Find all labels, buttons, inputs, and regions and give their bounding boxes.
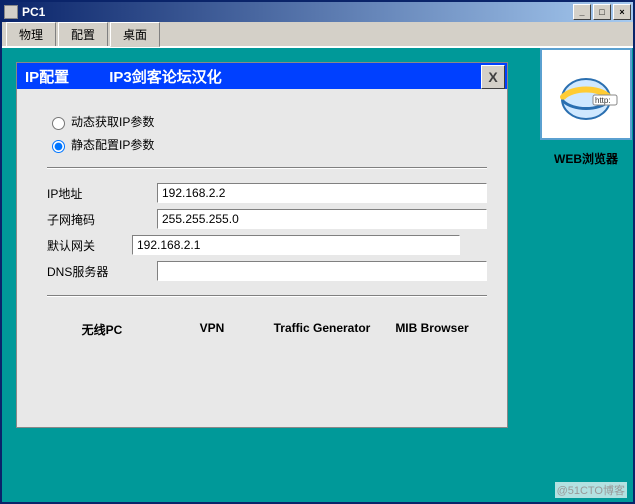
radio-static[interactable]: 静态配置IP参数 [47,136,487,153]
app-mib-browser[interactable]: MIB Browser [377,321,487,338]
row-ip: IP地址 [47,183,487,203]
panel-title-left: IP配置 [25,66,69,87]
titlebar[interactable]: PC1 _ □ × [2,2,633,22]
web-browser-shortcut[interactable]: http: WEB浏览器 [539,48,633,167]
separator-2 [47,295,487,297]
row-gateway: 默认网关 [47,235,487,255]
maximize-button[interactable]: □ [593,4,611,20]
web-browser-label: WEB浏览器 [539,150,633,167]
label-ip: IP地址 [47,185,157,202]
app-vpn[interactable]: VPN [157,321,267,338]
row-mask: 子网掩码 [47,209,487,229]
desktop-area: IP配置 IP3剑客论坛汉化 X 动态获取IP参数 静态配置IP参数 IP地址 [2,48,633,502]
bottom-apps: 无线PC VPN Traffic Generator MIB Browser [47,321,487,338]
radio-dhcp-input[interactable] [52,117,65,130]
app-wireless-pc[interactable]: 无线PC [47,321,157,338]
radio-dhcp[interactable]: 动态获取IP参数 [47,113,487,130]
app-traffic-generator[interactable]: Traffic Generator [267,321,377,338]
label-dns: DNS服务器 [47,263,157,280]
panel-title-right: IP3剑客论坛汉化 [109,66,222,87]
minimize-button[interactable]: _ [573,4,591,20]
radio-dhcp-label: 动态获取IP参数 [71,113,154,130]
app-icon [4,5,18,19]
panel-titlebar[interactable]: IP配置 IP3剑客论坛汉化 [17,63,507,89]
tab-physical[interactable]: 物理 [6,22,56,46]
panel-close-button[interactable]: X [481,65,505,89]
panel-body: 动态获取IP参数 静态配置IP参数 IP地址 子网掩码 默认网关 [17,89,507,348]
tab-bar: 物理 配置 桌面 [2,22,633,47]
radio-static-label: 静态配置IP参数 [71,136,154,153]
web-browser-icon-box: http: [540,48,632,140]
http-badge: http: [595,96,611,105]
row-dns: DNS服务器 [47,261,487,281]
label-mask: 子网掩码 [47,211,157,228]
separator [47,167,487,169]
tab-desktop[interactable]: 桌面 [110,22,160,47]
window-title: PC1 [22,5,45,19]
radio-static-input[interactable] [52,140,65,153]
tab-config[interactable]: 配置 [58,22,108,46]
close-button[interactable]: × [613,4,631,20]
ip-config-panel: IP配置 IP3剑客论坛汉化 X 动态获取IP参数 静态配置IP参数 IP地址 [16,62,508,428]
input-mask[interactable] [157,209,487,229]
input-ip[interactable] [157,183,487,203]
input-dns[interactable] [157,261,487,281]
globe-icon: http: [551,59,621,129]
watermark: @51CTO博客 [555,482,627,498]
app-window: PC1 _ □ × 物理 配置 桌面 IP配置 IP3剑客论坛汉化 X 动态获取… [0,0,635,504]
input-gateway[interactable] [132,235,460,255]
